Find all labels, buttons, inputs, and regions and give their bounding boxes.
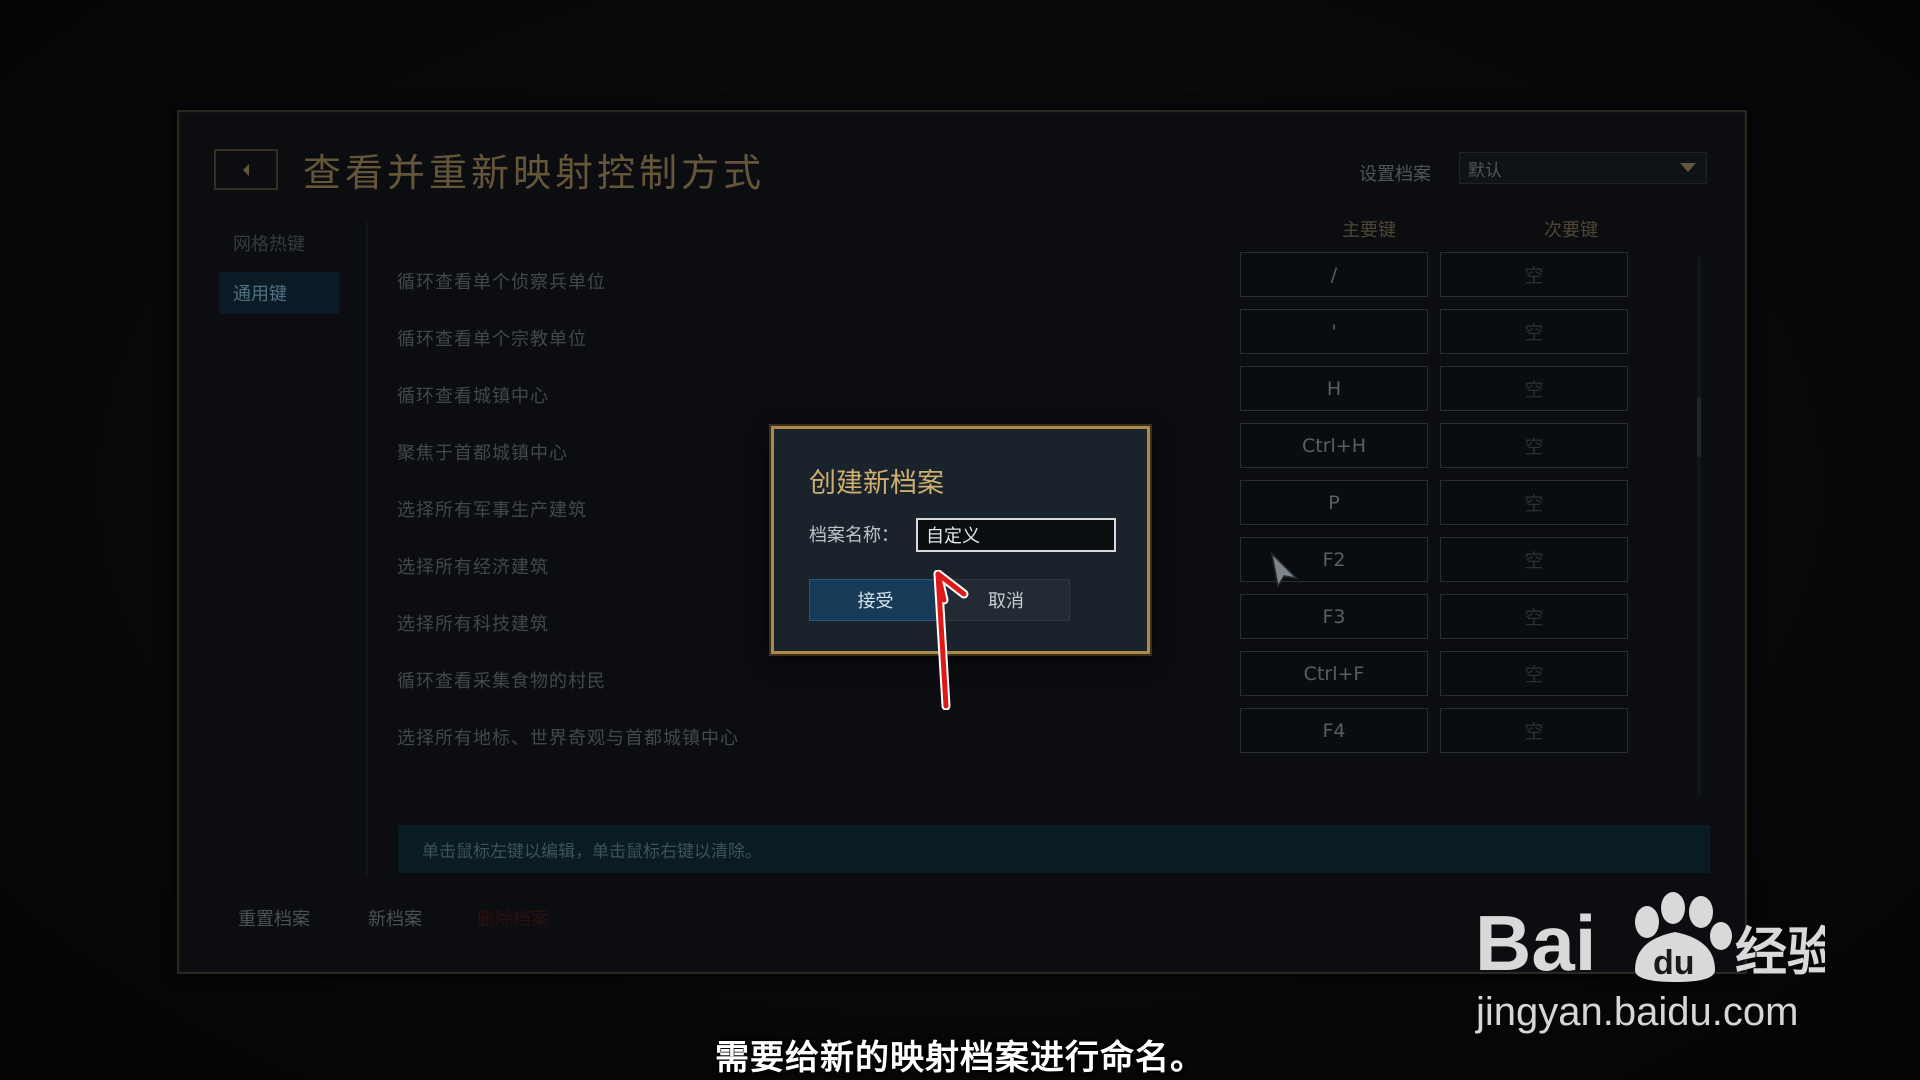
- svg-text:经验: 经验: [1735, 923, 1825, 983]
- secondary-key-cell[interactable]: 空: [1440, 594, 1628, 639]
- profile-name-input[interactable]: [916, 518, 1116, 552]
- video-subtitle: 需要给新的映射档案进行命名。: [715, 1038, 1205, 1078]
- secondary-key-cell[interactable]: 空: [1440, 423, 1628, 468]
- delete-profile-button[interactable]: 删除档案: [477, 905, 549, 931]
- secondary-key-cell[interactable]: 空: [1440, 480, 1628, 525]
- profile-name-label: 档案名称：: [809, 525, 899, 546]
- action-label: 循环查看单个侦察兵单位: [397, 272, 606, 293]
- secondary-key-cell[interactable]: 空: [1440, 366, 1628, 411]
- sidebar-item-general-keys[interactable]: 通用键: [219, 272, 339, 314]
- sidebar-item-grid-hotkeys[interactable]: 网格热键: [219, 222, 339, 264]
- hint-bar: 单击鼠标左键以编辑，单击鼠标右键以清除。: [398, 825, 1710, 873]
- profile-selected-value: 默认: [1468, 160, 1502, 181]
- watermark-url: jingyan.baidu.com: [1476, 990, 1799, 1034]
- action-label: 聚焦于首都城镇中心: [397, 443, 568, 464]
- red-arrow-annotation: [933, 570, 969, 710]
- action-label: 选择所有军事生产建筑: [397, 500, 587, 521]
- sidebar-item-label: 通用键: [233, 284, 287, 305]
- secondary-key-cell[interactable]: 空: [1440, 651, 1628, 696]
- primary-key-header: 主要键: [1342, 220, 1396, 241]
- table-row: 循环查看单个宗教单位 ' 空: [397, 309, 1897, 366]
- scrollbar-thumb[interactable]: [1697, 397, 1701, 457]
- profile-dropdown[interactable]: 默认: [1459, 152, 1707, 184]
- table-row: 循环查看单个侦察兵单位 / 空: [397, 252, 1897, 309]
- secondary-key-cell[interactable]: 空: [1440, 537, 1628, 582]
- back-button[interactable]: [214, 149, 278, 190]
- divider: [366, 222, 368, 877]
- table-row: 选择所有地标、世界奇观与首都城镇中心 F4 空: [397, 708, 1897, 765]
- primary-key-cell[interactable]: F2: [1240, 537, 1428, 582]
- primary-key-cell[interactable]: F3: [1240, 594, 1428, 639]
- table-row: 循环查看城镇中心 H 空: [397, 366, 1897, 423]
- chevron-down-icon: [1680, 163, 1696, 172]
- new-profile-button[interactable]: 新档案: [368, 905, 422, 931]
- baidu-logo-icon: Bai du 经验: [1475, 892, 1825, 987]
- secondary-key-cell[interactable]: 空: [1440, 252, 1628, 297]
- action-label: 循环查看单个宗教单位: [397, 329, 587, 350]
- dialog-title: 创建新档案: [809, 468, 944, 499]
- action-label: 循环查看城镇中心: [397, 386, 549, 407]
- action-label: 选择所有科技建筑: [397, 614, 549, 635]
- secondary-key-header: 次要键: [1544, 220, 1598, 241]
- secondary-key-cell[interactable]: 空: [1440, 309, 1628, 354]
- primary-key-cell[interactable]: Ctrl+F: [1240, 651, 1428, 696]
- action-label: 循环查看采集食物的村民: [397, 671, 606, 692]
- action-label: 选择所有地标、世界奇观与首都城镇中心: [397, 728, 739, 749]
- secondary-key-cell[interactable]: 空: [1440, 708, 1628, 753]
- primary-key-cell[interactable]: F4: [1240, 708, 1428, 753]
- sidebar: 网格热键 通用键: [219, 222, 339, 322]
- reset-profile-button[interactable]: 重置档案: [238, 905, 310, 931]
- primary-key-cell[interactable]: Ctrl+H: [1240, 423, 1428, 468]
- mouse-cursor-icon: [1270, 552, 1299, 589]
- action-label: 选择所有经济建筑: [397, 557, 549, 578]
- primary-key-cell[interactable]: /: [1240, 252, 1428, 297]
- profile-label: 设置档案: [1359, 164, 1431, 185]
- page-title: 查看并重新映射控制方式: [303, 151, 766, 195]
- scrollbar[interactable]: [1697, 257, 1701, 797]
- table-row: 循环查看采集食物的村民 Ctrl+F 空: [397, 651, 1897, 708]
- primary-key-cell[interactable]: P: [1240, 480, 1428, 525]
- sidebar-item-label: 网格热键: [233, 234, 305, 255]
- chevron-left-icon: [243, 163, 249, 176]
- svg-text:Bai: Bai: [1475, 899, 1596, 987]
- primary-key-cell[interactable]: ': [1240, 309, 1428, 354]
- primary-key-cell[interactable]: H: [1240, 366, 1428, 411]
- svg-text:du: du: [1653, 944, 1695, 982]
